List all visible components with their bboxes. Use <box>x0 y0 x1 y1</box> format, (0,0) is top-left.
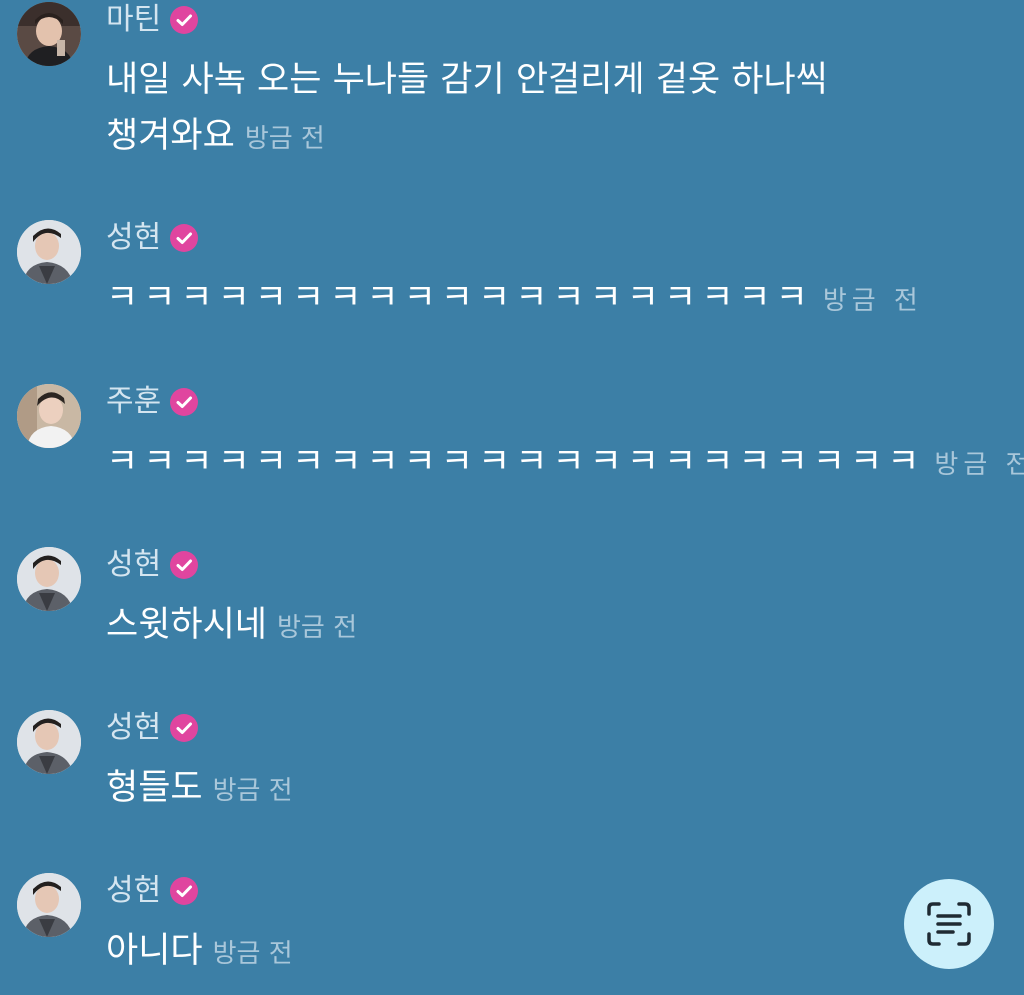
message-text-block: ㅋㅋㅋㅋㅋㅋㅋㅋㅋㅋㅋㅋㅋㅋㅋㅋㅋㅋㅋㅋㅋㅋ 방금 전 <box>106 434 1024 493</box>
profile-photo-icon <box>17 384 81 448</box>
check-badge-icon <box>169 223 199 253</box>
message-text-block: 형들도 방금 전 <box>106 760 1011 819</box>
profile-photo-icon <box>17 2 81 66</box>
message-text-block: ㅋㅋㅋㅋㅋㅋㅋㅋㅋㅋㅋㅋㅋㅋㅋㅋㅋㅋㅋ 방금 전 <box>106 270 1011 329</box>
message-header: 성현 <box>106 708 199 748</box>
check-badge-icon <box>169 5 199 35</box>
check-badge-icon <box>169 876 199 906</box>
sender-name[interactable]: 성현 <box>106 871 161 911</box>
message-text: ㅋㅋㅋㅋㅋㅋㅋㅋㅋㅋㅋㅋㅋㅋㅋㅋㅋㅋㅋㅋㅋㅋ <box>106 442 925 482</box>
message-header: 마틴 <box>106 0 199 40</box>
message-text-block: 내일 사녹 오는 누나들 감기 안걸리게 겉옷 하나씩 챙겨와요 방금 전 <box>106 52 1011 167</box>
sender-name[interactable]: 주훈 <box>106 382 161 422</box>
message-header: 성현 <box>106 545 199 585</box>
message-timestamp: 방금 전 <box>934 450 1024 480</box>
profile-photo-icon <box>17 873 81 937</box>
avatar[interactable] <box>17 710 81 774</box>
check-badge-icon <box>169 387 199 417</box>
message-header: 주훈 <box>106 382 199 422</box>
text-scan-button[interactable] <box>904 879 994 969</box>
message-text: ㅋㅋㅋㅋㅋㅋㅋㅋㅋㅋㅋㅋㅋㅋㅋㅋㅋㅋㅋ <box>106 278 813 318</box>
message-timestamp: 방금 전 <box>822 286 923 316</box>
message-header: 성현 <box>106 871 199 911</box>
message-timestamp: 방금 전 <box>277 613 358 643</box>
profile-photo-icon <box>17 547 81 611</box>
message-text: 스윗하시네 <box>106 605 268 645</box>
check-badge-icon <box>169 713 199 743</box>
message-header: 성현 <box>106 218 199 258</box>
message-text-block: 스윗하시네 방금 전 <box>106 597 1011 656</box>
message-text: 아니다 <box>106 931 203 971</box>
avatar[interactable] <box>17 220 81 284</box>
profile-photo-icon <box>17 710 81 774</box>
avatar[interactable] <box>17 384 81 448</box>
avatar[interactable] <box>17 547 81 611</box>
message-text: 내일 사녹 오는 누나들 감기 안걸리게 겉옷 하나씩 챙겨와요 <box>106 60 828 156</box>
message-text-block: 아니다 방금 전 <box>106 923 1011 982</box>
message-timestamp: 방금 전 <box>244 124 325 154</box>
chat-message-list: 마틴 내일 사녹 오는 누나들 감기 안걸리게 겉옷 하나씩 챙겨와요 방금 전 … <box>0 0 1024 995</box>
text-scan-icon <box>927 902 971 946</box>
message-timestamp: 방금 전 <box>212 776 293 806</box>
sender-name[interactable]: 성현 <box>106 708 161 748</box>
message-timestamp: 방금 전 <box>212 939 293 969</box>
check-badge-icon <box>169 550 199 580</box>
sender-name[interactable]: 성현 <box>106 545 161 585</box>
message-text: 형들도 <box>106 768 203 808</box>
avatar[interactable] <box>17 2 81 66</box>
sender-name[interactable]: 마틴 <box>106 0 161 40</box>
profile-photo-icon <box>17 220 81 284</box>
avatar[interactable] <box>17 873 81 937</box>
sender-name[interactable]: 성현 <box>106 218 161 258</box>
